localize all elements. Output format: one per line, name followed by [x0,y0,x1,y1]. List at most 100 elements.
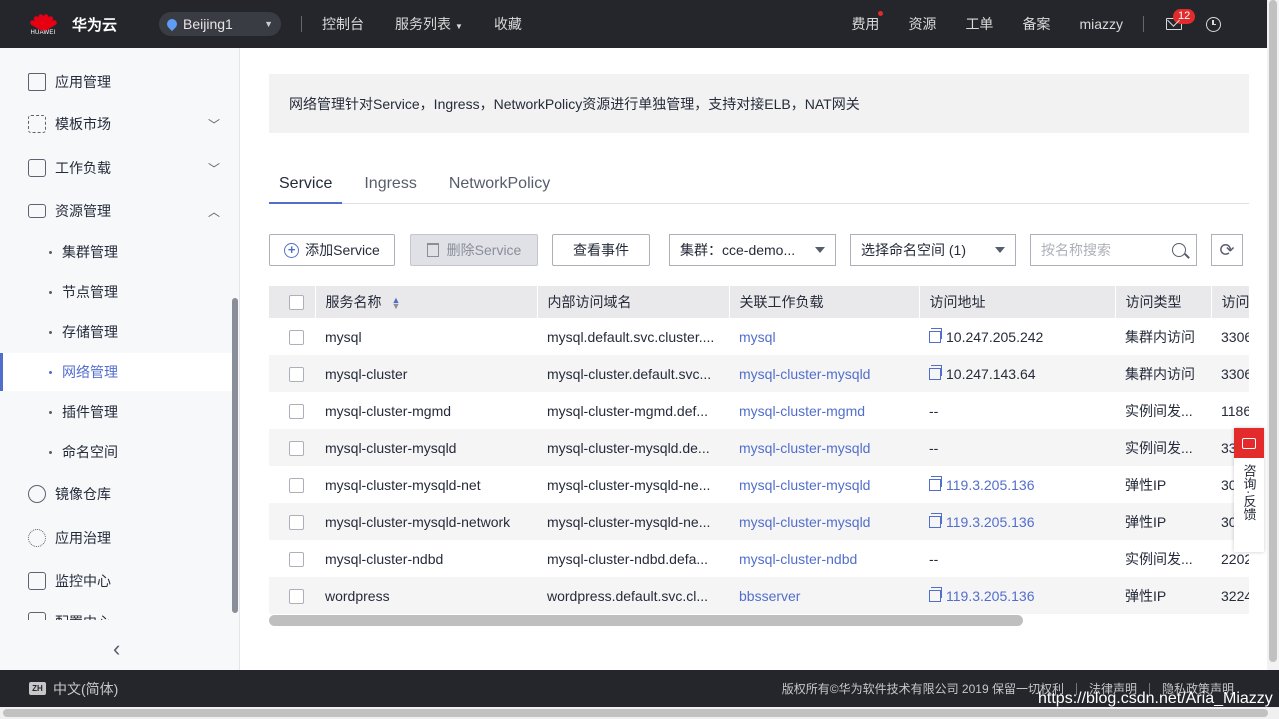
collapse-sidebar-icon[interactable]: ‹ [113,636,120,662]
window-horizontal-scrollbar[interactable] [0,707,1279,719]
delete-service-button[interactable]: 删除Service [410,234,538,266]
workload-link[interactable]: mysql-cluster-mysqld [739,366,870,382]
workload-link[interactable]: mysql [739,329,776,345]
row-select-cell [269,318,315,355]
access-type: 实例间发... [1115,540,1211,577]
workload-link[interactable]: mysql-cluster-mgmd [739,403,865,419]
workload-link[interactable]: mysql-cluster-mysqld [739,440,870,456]
sidebar-item-template-market[interactable]: 模板市场 ﹀ [0,104,236,144]
info-text: 网络管理针对Service，Ingress，NetworkPolicy资源进行单… [289,95,860,112]
search-input[interactable] [1041,242,1166,258]
workload-icon [28,159,46,177]
workload-link[interactable]: mysql-cluster-ndbd [739,551,857,567]
server-icon [28,204,46,218]
refresh-button[interactable]: ⟳ [1211,234,1243,266]
workload-link[interactable]: bbsserver [739,588,800,604]
sidebar-subitem-network[interactable]: 网络管理 [0,353,236,391]
access-address[interactable]: 119.3.205.136 [946,588,1035,604]
feedback-widget[interactable]: 咨询·反馈 [1234,428,1264,552]
sidebar-subitem-addon[interactable]: 插件管理 [0,393,236,431]
table-row[interactable]: mysql-cluster-mysqld-network mysql-cluste… [269,503,1249,540]
tab-service[interactable]: Service [269,164,343,204]
row-checkbox[interactable] [289,403,304,419]
access-address[interactable]: 119.3.205.136 [946,477,1035,493]
add-circle-icon: + [284,242,300,258]
service-name: mysql-cluster-mysqld-network [315,503,537,540]
table-row[interactable]: mysql-cluster-mysqld mysql-cluster-mysqld… [269,429,1249,466]
row-checkbox[interactable] [289,477,304,493]
sidebar-subitem-namespace[interactable]: 命名空间 [0,433,236,471]
workload-link[interactable]: mysql-cluster-mysqld [739,477,870,493]
nav-tickets[interactable]: 工单 [965,14,993,34]
chevron-down-icon: ▼ [455,22,463,31]
table-row[interactable]: mysql mysql.default.svc.cluster.... mysql 1… [269,318,1249,355]
row-checkbox[interactable] [289,551,304,567]
access-type: 实例间发... [1115,392,1211,429]
col-service-name[interactable]: 服务名称 ▲ ▼ [315,286,538,318]
top-bar: HUAWEI 华为云 Beijing1 ▼ 控制台 服务列表 ▼ 收藏 费用 资源… [0,0,1267,48]
table-row[interactable]: mysql-cluster-ndbd mysql-cluster-ndbd.def… [269,540,1249,577]
tab-networkpolicy[interactable]: NetworkPolicy [439,164,560,203]
page-scrollbar[interactable] [1267,0,1279,670]
table-horizontal-scrollbar[interactable] [269,615,1023,626]
sidebar-item-config[interactable]: 配置中心 [0,604,236,620]
select-all-checkbox[interactable] [289,295,304,311]
language-selector[interactable]: 中文(简体) [53,679,118,699]
sidebar-subitem-node[interactable]: 节点管理 [0,273,236,311]
region-selector[interactable]: Beijing1 ▼ [159,12,282,36]
sidebar-item-monitor[interactable]: 监控中心 [0,561,236,601]
access-address[interactable]: 119.3.205.136 [946,514,1035,530]
access-address-cell: 119.3.205.136 [919,466,1115,503]
monitor-icon [28,572,46,590]
sidebar-subitem-storage[interactable]: 存储管理 [0,313,236,351]
copy-icon[interactable] [929,512,942,528]
nav-filing[interactable]: 备案 [1022,14,1050,34]
mail-icon[interactable]: 12 [1166,9,1196,30]
logo-text: 华为云 [72,16,118,34]
table-row[interactable]: mysql-cluster mysql-cluster.default.svc..… [269,355,1249,392]
row-checkbox[interactable] [289,588,304,604]
access-type: 弹性IP [1115,503,1211,540]
cluster-select[interactable]: 集群：cce-demo... [669,234,836,266]
table-row[interactable]: wordpress wordpress.default.svc.cl... bbss… [269,577,1249,614]
copy-icon[interactable] [929,327,942,343]
row-select-cell [269,466,315,503]
sidebar-item-image-repo[interactable]: 镜像仓库 [0,474,236,514]
sidebar-item-workload[interactable]: 工作负载 ﹀ [0,148,236,188]
sidebar-subitem-cluster[interactable]: 集群管理 [0,233,236,271]
sidebar-item-app-governance[interactable]: 应用治理 [0,518,236,558]
search-icon[interactable] [1172,243,1186,257]
view-events-button[interactable]: 查看事件 [552,234,650,266]
service-name: mysql-cluster-mysqld-net [315,466,537,503]
nav-service-list[interactable]: 服务列表 ▼ [395,14,463,34]
copy-icon[interactable] [929,364,942,380]
tab-ingress[interactable]: Ingress [354,164,426,203]
copy-icon[interactable] [929,475,942,491]
nav-favorites[interactable]: 收藏 [494,14,522,34]
nav-console[interactable]: 控制台 [322,14,364,34]
search-box[interactable] [1030,234,1197,266]
nav-billing[interactable]: 费用 [851,11,884,34]
internal-domain: mysql-cluster-mysqld-ne... [537,466,729,503]
row-checkbox[interactable] [289,514,304,530]
governance-icon [28,529,46,547]
clock-icon[interactable] [1206,16,1221,32]
add-service-button[interactable]: + 添加Service [269,234,395,266]
workload-link[interactable]: mysql-cluster-mysqld [739,514,870,530]
row-select-cell [269,355,315,392]
huawei-cloud-logo[interactable]: HUAWEI 华为云 [28,9,117,39]
user-account[interactable]: miazzy [1079,16,1123,32]
sort-icon[interactable]: ▲ ▼ [392,296,401,311]
table-row[interactable]: mysql-cluster-mgmd mysql-cluster-mgmd.def… [269,392,1249,429]
row-checkbox[interactable] [289,329,304,345]
sidebar-scrollbar[interactable] [232,298,238,613]
row-checkbox[interactable] [289,440,304,456]
table-row[interactable]: mysql-cluster-mysqld-net mysql-cluster-my… [269,466,1249,503]
row-checkbox[interactable] [289,366,304,382]
access-type: 弹性IP [1115,577,1211,614]
copy-icon[interactable] [929,586,942,602]
nav-resources[interactable]: 资源 [908,14,936,34]
namespace-select[interactable]: 选择命名空间 (1) [850,234,1016,266]
sidebar-item-resource-management[interactable]: 资源管理 ︿ [0,191,236,231]
sidebar-item-app-management[interactable]: 应用管理 [0,62,236,102]
